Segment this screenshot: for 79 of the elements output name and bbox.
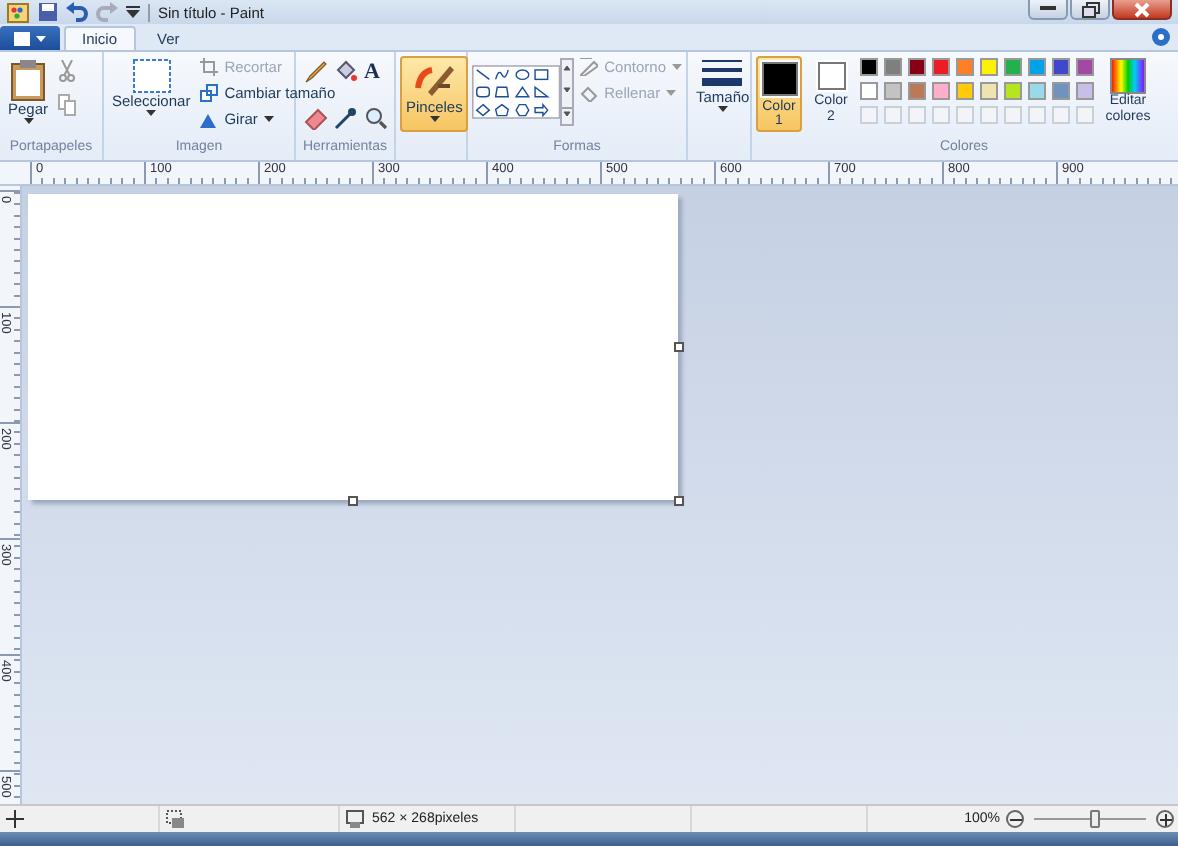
palette-swatch[interactable]: [1052, 82, 1070, 100]
palette-swatch[interactable]: [860, 58, 878, 76]
empty-swatch[interactable]: [1004, 106, 1022, 124]
empty-swatch[interactable]: [1052, 106, 1070, 124]
palette-swatch[interactable]: [908, 82, 926, 100]
empty-swatch[interactable]: [884, 106, 902, 124]
palette-swatch[interactable]: [1076, 58, 1094, 76]
paint-app-icon: [6, 0, 30, 24]
text-tool[interactable]: A: [364, 60, 390, 84]
selection-size-icon: [166, 810, 184, 828]
save-icon[interactable]: [38, 2, 58, 22]
pen-icon: [580, 58, 599, 76]
palette-swatch[interactable]: [884, 82, 902, 100]
scroll-arrows-icon: [562, 60, 573, 120]
palette-swatch[interactable]: [1028, 82, 1046, 100]
zoom-out-button[interactable]: [1006, 810, 1024, 828]
empty-swatch[interactable]: [956, 106, 974, 124]
palette-swatch[interactable]: [956, 58, 974, 76]
redo-icon: [96, 2, 118, 22]
menu-icon: [14, 31, 46, 45]
caret-icon: [429, 116, 440, 123]
resize-handle[interactable]: [348, 496, 358, 506]
palette-swatch[interactable]: [1004, 82, 1022, 100]
empty-swatch[interactable]: [860, 106, 878, 124]
palette-swatch[interactable]: [980, 58, 998, 76]
palette-swatch[interactable]: [1076, 82, 1094, 100]
canvas-size-icon: [346, 810, 366, 828]
copy-icon: [58, 94, 77, 116]
eyedropper-icon[interactable]: [334, 105, 358, 129]
pencil-icon[interactable]: [304, 60, 328, 84]
close-button[interactable]: [1112, 0, 1172, 20]
restore-button[interactable]: [1070, 0, 1110, 20]
zoom-in-button[interactable]: [1156, 810, 1174, 828]
clipboard-icon: [10, 58, 46, 102]
caret-icon: [666, 90, 677, 96]
zoom-slider-thumb[interactable]: [1089, 810, 1100, 828]
resize-handle[interactable]: [674, 342, 684, 352]
caret-icon: [717, 106, 728, 113]
palette-swatch[interactable]: [1052, 58, 1070, 76]
caret-icon: [23, 118, 33, 125]
palette-swatch[interactable]: [1004, 58, 1022, 76]
palette-swatch[interactable]: [1028, 58, 1046, 76]
minimize-button[interactable]: [1028, 0, 1068, 20]
empty-swatch[interactable]: [908, 106, 926, 124]
eraser-icon[interactable]: [304, 105, 328, 129]
restore-icon: [1081, 1, 1099, 17]
palette-swatch[interactable]: [956, 82, 974, 100]
magnifier-icon[interactable]: [364, 105, 388, 129]
close-icon: [1134, 1, 1150, 17]
gallery-scrollbar[interactable]: [560, 58, 575, 126]
palette-swatch[interactable]: [860, 82, 878, 100]
crop-icon: [200, 58, 219, 76]
undo-icon[interactable]: [66, 2, 88, 22]
empty-swatch[interactable]: [932, 106, 950, 124]
palette-swatch[interactable]: [908, 58, 926, 76]
resize-handle[interactable]: [674, 496, 684, 506]
minimize-icon: [1040, 6, 1056, 12]
brush-icon: [412, 60, 457, 100]
selection-icon: [131, 58, 172, 94]
caret-icon: [672, 64, 682, 70]
caret-icon: [146, 110, 157, 117]
line-width-icon: [702, 58, 743, 90]
caret-icon: [263, 116, 274, 122]
resize-icon: [200, 84, 219, 102]
help-icon[interactable]: [1152, 28, 1170, 46]
paint-menu-button[interactable]: [0, 26, 60, 50]
empty-swatch[interactable]: [1076, 106, 1094, 124]
rainbow-palette-icon: [1110, 58, 1146, 94]
plus-icon: [1158, 811, 1172, 827]
empty-swatch[interactable]: [980, 106, 998, 124]
cursor-position-icon: [6, 810, 24, 828]
palette-swatch[interactable]: [884, 58, 902, 76]
cut-icon: [58, 60, 77, 82]
rotate-icon: [200, 110, 219, 128]
dropdown-icon[interactable]: [126, 6, 140, 18]
empty-swatch[interactable]: [1028, 106, 1046, 124]
palette-swatch[interactable]: [932, 58, 950, 76]
palette-swatch[interactable]: [932, 82, 950, 100]
palette-swatch[interactable]: [980, 82, 998, 100]
